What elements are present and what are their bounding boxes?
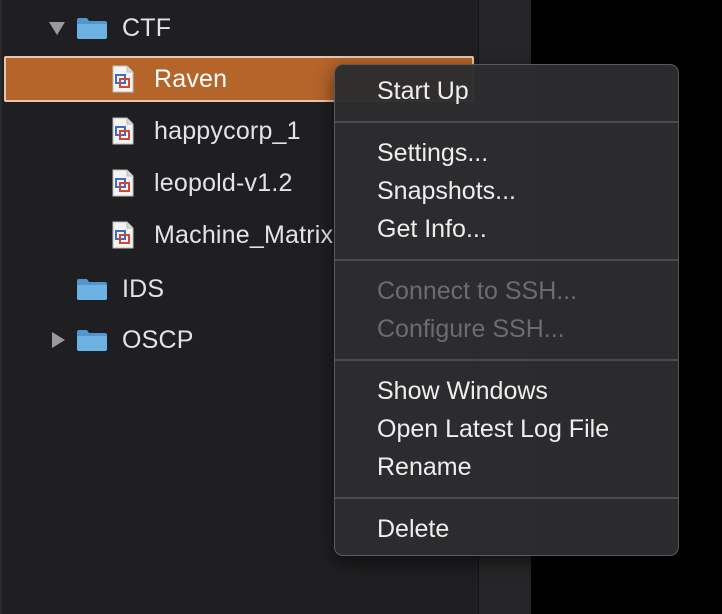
vm-document-icon: [112, 65, 134, 93]
disclosure-expanded-icon[interactable]: [49, 22, 65, 35]
tree-folder-label: OSCP: [122, 326, 194, 354]
menu-item-connect-ssh: Connect to SSH...: [377, 277, 578, 305]
tree-folder-ctf[interactable]: CTF: [0, 8, 478, 48]
app-window: CTF Raven happycorp_1 leopold-v1.2 Machi…: [0, 0, 722, 614]
folder-icon: [77, 279, 107, 300]
menu-item-delete[interactable]: Delete: [377, 514, 449, 544]
vm-context-menu: Start Up Settings... Snapshots... Get In…: [334, 64, 679, 556]
folder-icon: [77, 330, 107, 351]
tree-vm-label: leopold-v1.2: [154, 169, 293, 197]
tree-folder-label: IDS: [122, 275, 165, 303]
menu-separator: [335, 121, 678, 123]
folder-icon: [77, 18, 107, 39]
disclosure-collapsed-icon[interactable]: [52, 332, 65, 348]
vm-document-icon: [112, 117, 134, 145]
menu-separator: [335, 259, 678, 261]
tree-vm-label: happycorp_1: [154, 117, 301, 145]
menu-item-settings[interactable]: Settings...: [377, 138, 488, 168]
menu-separator: [335, 497, 678, 499]
menu-item-configure-ssh: Configure SSH...: [377, 315, 565, 343]
menu-item-rename[interactable]: Rename: [377, 452, 472, 482]
tree-vm-label: Raven: [154, 65, 228, 93]
menu-item-snapshots[interactable]: Snapshots...: [377, 176, 516, 206]
menu-separator: [335, 359, 678, 361]
tree-folder-label: CTF: [122, 14, 172, 42]
tree-vm-label: Machine_Matrix: [154, 221, 334, 249]
menu-item-get-info[interactable]: Get Info...: [377, 214, 487, 244]
menu-item-show-windows[interactable]: Show Windows: [377, 376, 548, 406]
menu-item-open-log[interactable]: Open Latest Log File: [377, 414, 609, 444]
menu-item-start-up[interactable]: Start Up: [377, 76, 469, 106]
vm-document-icon: [112, 221, 134, 249]
vm-document-icon: [112, 169, 134, 197]
